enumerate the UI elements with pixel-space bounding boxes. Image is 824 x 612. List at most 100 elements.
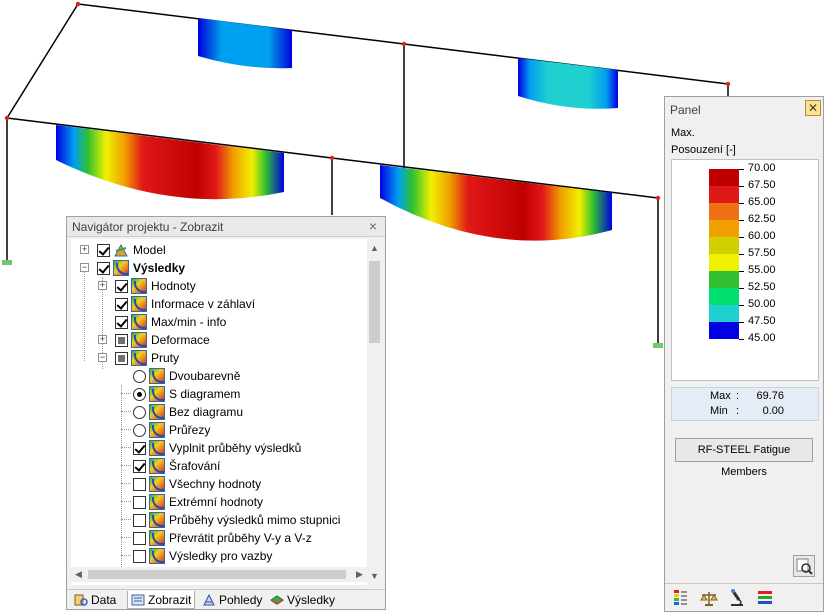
tree-line (121, 483, 131, 484)
checkbox[interactable] (97, 261, 110, 275)
navigator-tabs: Data Zobrazit Pohledy Výsledky (67, 589, 385, 609)
tree-item-cross-sections[interactable]: Průřezy (133, 421, 210, 439)
expand-icon[interactable]: + (80, 245, 89, 254)
legend-tick (739, 220, 744, 221)
legend-value: 50.00 (748, 298, 776, 310)
scroll-left-icon[interactable]: ◀ (71, 567, 86, 582)
checkbox[interactable] (133, 495, 146, 509)
navigator-title-bar[interactable]: Navigátor projektu - Zobrazit × (67, 217, 385, 237)
tree-item-support-results[interactable]: Výsledky pro vazby (133, 547, 272, 565)
legend-value: 47.50 (748, 315, 776, 327)
scrollbar-thumb[interactable] (88, 570, 346, 579)
result-diagram (198, 18, 292, 69)
scroll-up-icon[interactable]: ▲ (367, 241, 382, 256)
microscope-tab-icon[interactable] (727, 588, 747, 608)
tab-views[interactable]: Pohledy (199, 591, 265, 609)
tree-item-members[interactable]: Pruty (115, 349, 179, 367)
legend-color-swatch (709, 254, 739, 271)
tree-item-label: Průřezy (169, 423, 211, 437)
results-icon (149, 548, 165, 564)
balance-tab-icon[interactable] (699, 588, 719, 608)
result-diagram (380, 165, 612, 241)
scrollbar-thumb[interactable] (369, 261, 380, 343)
tree-item-extreme-values[interactable]: Extrémní hodnoty (133, 493, 263, 511)
radio-button[interactable] (133, 423, 146, 437)
expand-icon[interactable]: + (98, 281, 107, 290)
results-icon (149, 512, 165, 528)
collapse-icon[interactable]: − (80, 263, 89, 272)
checkbox[interactable] (133, 513, 146, 527)
results-icon (149, 440, 165, 456)
results-icon (131, 278, 147, 294)
legend-tick (739, 237, 744, 238)
tab-label: Zobrazit (148, 592, 192, 607)
tree-item-hatching[interactable]: Šrafování (133, 457, 220, 475)
close-icon[interactable]: × (366, 218, 380, 234)
legend-tick (739, 339, 744, 340)
scroll-right-icon[interactable]: ▶ (352, 567, 367, 582)
results-icon (149, 368, 165, 384)
tab-results[interactable]: Výsledky (267, 591, 338, 609)
panel-title: Panel (670, 103, 701, 117)
display-icon (131, 594, 145, 605)
legend-value: 67.50 (748, 179, 776, 191)
tree-item-two-colors[interactable]: Dvoubarevně (133, 367, 240, 385)
tree-item-out-of-scale[interactable]: Průběhy výsledků mimo stupnici (133, 511, 340, 529)
rf-steel-fatigue-button[interactable]: RF-STEEL Fatigue Members (675, 438, 813, 478)
collapse-icon[interactable]: − (98, 353, 107, 362)
checkbox[interactable] (97, 243, 110, 257)
tree-item-flip-diagrams[interactable]: Převrátit průběhy V-y a V-z (133, 529, 312, 547)
radio-button[interactable] (133, 405, 146, 419)
close-icon[interactable]: ✕ (805, 100, 821, 116)
checkbox[interactable] (115, 297, 128, 311)
radio-button[interactable] (133, 387, 146, 401)
checkbox[interactable] (133, 441, 146, 455)
radio-button[interactable] (133, 369, 146, 383)
results-icon (149, 386, 165, 402)
tree-item-label: Šrafování (169, 459, 221, 473)
tree-item-label: Bez diagramu (169, 405, 244, 419)
results-icon (131, 314, 147, 330)
vertical-scrollbar[interactable]: ▲ ▼ (367, 239, 382, 585)
tree-item-label: Informace v záhlaví (151, 297, 256, 311)
tree-line (121, 501, 131, 502)
legend-tick (739, 288, 744, 289)
legend-color-swatch (709, 169, 739, 186)
tree-item-label: Průběhy výsledků mimo stupnici (169, 513, 341, 527)
tree-item-deformation[interactable]: Deformace (115, 331, 210, 349)
checkbox[interactable] (115, 351, 128, 365)
expand-icon[interactable]: + (98, 335, 107, 344)
checkbox[interactable] (115, 315, 128, 329)
tree-item-label: Extrémní hodnoty (169, 495, 264, 509)
tree-item-no-diagram[interactable]: Bez diagramu (133, 403, 243, 421)
tab-display[interactable]: Zobrazit (127, 591, 196, 609)
checkbox[interactable] (133, 531, 146, 545)
tree-item-values[interactable]: Hodnoty (115, 277, 196, 295)
tree-item-all-values[interactable]: Všechny hodnoty (133, 475, 261, 493)
tree-item-with-diagram[interactable]: S diagramem (133, 385, 240, 403)
tree-item-label: Hodnoty (151, 279, 196, 293)
tree-item-header-info[interactable]: Informace v záhlaví (115, 295, 255, 313)
legend-tick (739, 305, 744, 306)
scroll-down-icon[interactable]: ▼ (367, 569, 382, 584)
checkbox[interactable] (133, 477, 146, 491)
tree-item-fill-results[interactable]: Vyplnit průběhy výsledků (133, 439, 301, 457)
legend-color-swatch (709, 237, 739, 254)
tree-item-label: Model (133, 243, 166, 257)
tree-item-label: Dvoubarevně (169, 369, 241, 383)
legend-value: 57.50 (748, 247, 776, 259)
tab-data[interactable]: Data (71, 591, 119, 609)
checkbox[interactable] (115, 333, 128, 347)
tree-item-model[interactable]: Model (97, 241, 166, 259)
tree-item-maxmin-info[interactable]: Max/min - info (115, 313, 226, 331)
legend-value: 60.00 (748, 230, 776, 242)
color-scale-tab-icon[interactable] (671, 588, 691, 608)
tree-item-results[interactable]: Výsledky (97, 259, 185, 277)
checkbox[interactable] (133, 549, 146, 563)
zoom-button[interactable] (793, 555, 815, 577)
layers-tab-icon[interactable] (755, 588, 775, 608)
checkbox[interactable] (133, 459, 146, 473)
checkbox[interactable] (115, 279, 128, 293)
horizontal-scrollbar[interactable]: ◀ ▶ (71, 567, 367, 582)
magnifier-icon (796, 558, 813, 575)
